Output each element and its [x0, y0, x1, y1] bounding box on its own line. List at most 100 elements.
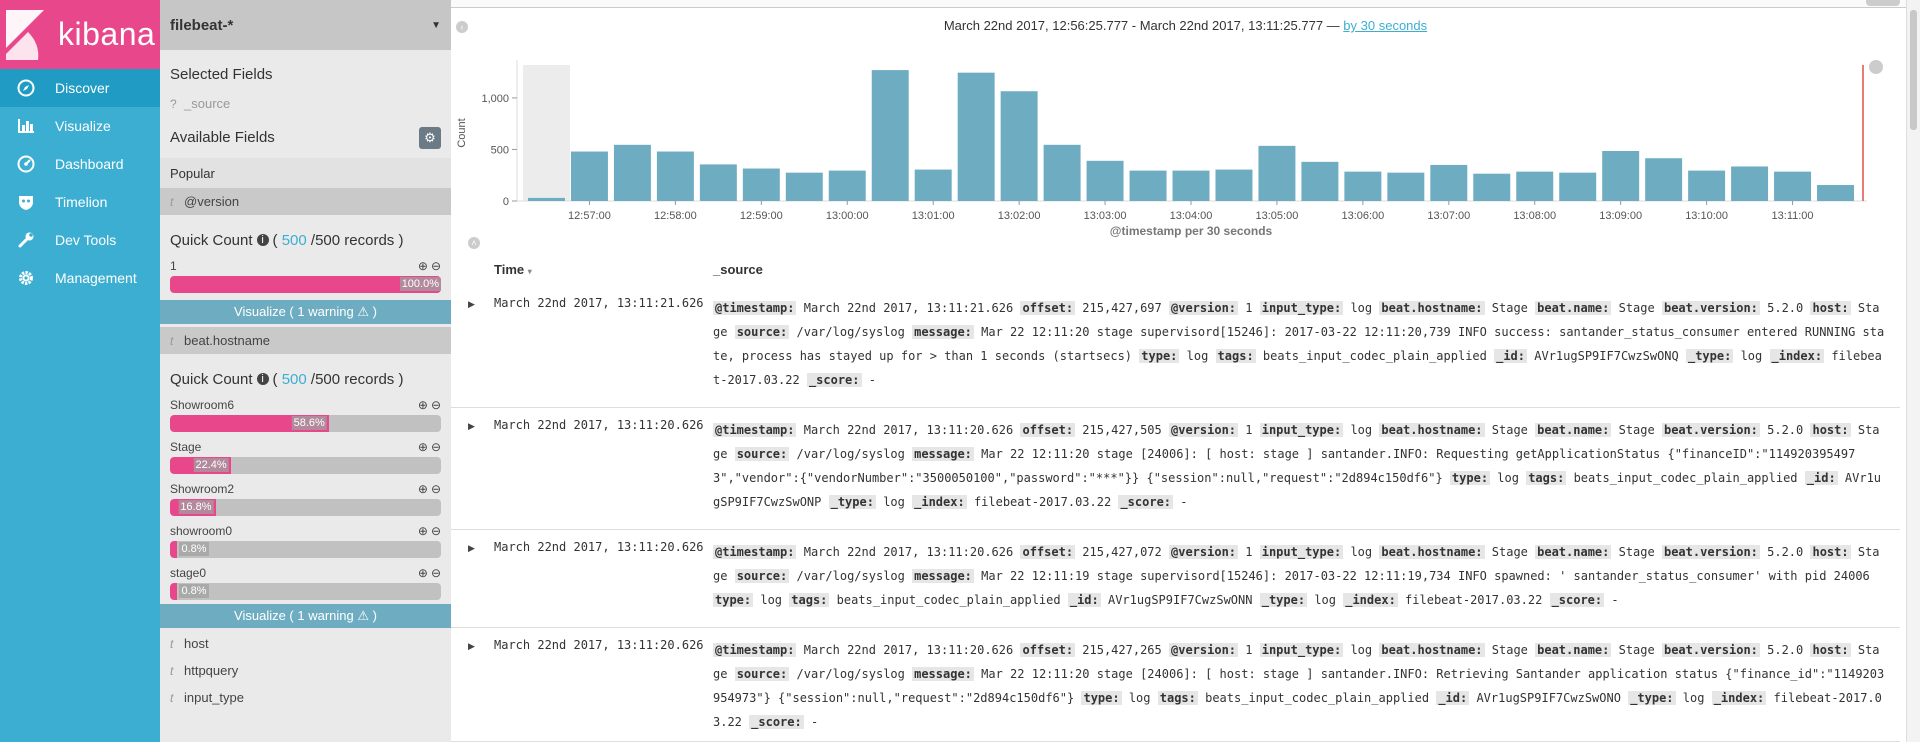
doc-field-value: 5.2.0	[1767, 423, 1804, 437]
field-name: input_type	[184, 690, 244, 705]
zoom-in-icon[interactable]: ⊕	[418, 259, 428, 273]
doc-field-value: /var/log/syslog	[796, 569, 905, 583]
zoom-in-icon[interactable]: ⊕	[418, 566, 428, 580]
page-scrollbar[interactable]	[1906, 0, 1920, 742]
doc-field-value: -	[1180, 495, 1188, 509]
doc-field-value: 5.2.0	[1767, 643, 1804, 657]
expand-row-icon[interactable]: ▶	[468, 641, 475, 652]
field-source[interactable]: ? _source	[160, 90, 451, 117]
expand-row-icon[interactable]: ▶	[468, 421, 475, 432]
field-name: httpquery	[184, 663, 239, 678]
doc-field-value: 5.2.0	[1767, 545, 1804, 559]
quick-count-item: Stage ⊕ ⊖ 22.4%	[160, 436, 451, 478]
x-tick-label: 13:03:00	[1084, 210, 1127, 222]
doc-source: @timestamp: March 22nd 2017, 13:11:20.62…	[713, 418, 1885, 514]
histogram-bar	[871, 70, 909, 201]
collapse-chart-icon[interactable]: ˄	[468, 237, 480, 249]
expand-row-icon[interactable]: ▶	[468, 299, 475, 310]
doc-field-key: _score:	[1118, 495, 1174, 509]
zoom-in-icon[interactable]: ⊕	[418, 524, 428, 538]
nav-item-dev-tools[interactable]: Dev Tools	[0, 221, 160, 259]
doc-field-key: source:	[734, 569, 790, 583]
doc-field-value: AVr1ugSP9IF7CwzSwONO	[1476, 691, 1621, 705]
nav-item-label: Dashboard	[55, 156, 124, 172]
field-host[interactable]: t host	[160, 630, 451, 657]
doc-source: @timestamp: March 22nd 2017, 13:11:21.62…	[713, 296, 1885, 392]
doc-field-key: _index:	[1343, 593, 1398, 607]
zoom-out-icon[interactable]: ⊖	[431, 440, 441, 454]
histogram-bar	[742, 168, 780, 201]
qc-count-link[interactable]: 500	[282, 371, 307, 388]
field-settings-button[interactable]: ⚙	[419, 126, 441, 149]
nav-item-dashboard[interactable]: Dashboard	[0, 145, 160, 183]
query-bar	[451, 0, 1920, 8]
field-httpquery[interactable]: t httpquery	[160, 657, 451, 684]
nav-item-discover[interactable]: Discover	[0, 69, 160, 107]
doc-field-value: /var/log/syslog	[796, 667, 905, 681]
zoom-out-icon[interactable]: ⊖	[431, 398, 441, 412]
app-nav: kibana Discover Visualize Dashboard Timelio…	[0, 0, 160, 742]
nav-item-management[interactable]: Management	[0, 259, 160, 297]
kibana-logo[interactable]: kibana	[0, 0, 160, 69]
doc-field-value: 1	[1245, 301, 1253, 315]
zoom-out-icon[interactable]: ⊖	[431, 524, 441, 538]
time-range: March 22nd 2017, 12:56:25.777 - March 22…	[451, 18, 1920, 33]
doc-field-key: offset:	[1020, 545, 1076, 559]
visualize-button[interactable]: Visualize ( 1 warning ⚠ )	[160, 604, 451, 628]
histogram-bar	[785, 172, 823, 201]
doc-field-key: beat.hostname:	[1379, 423, 1485, 437]
nav-item-visualize[interactable]: Visualize	[0, 107, 160, 145]
doc-field-key: type:	[713, 593, 754, 607]
histogram-bar	[1086, 160, 1124, 201]
zoom-in-icon[interactable]: ⊕	[418, 482, 428, 496]
doc-field-key: input_type:	[1259, 545, 1344, 559]
histogram-bar	[828, 170, 866, 201]
doc-field-key: host:	[1810, 423, 1851, 437]
interval-link[interactable]: by 30 seconds	[1343, 18, 1427, 33]
visualize-button[interactable]: Visualize ( 1 warning ⚠ )	[160, 300, 451, 324]
doc-field-value: 5.2.0	[1767, 301, 1804, 315]
doc-field-value: /var/log/syslog	[796, 325, 905, 339]
quick-count-bar-fill	[170, 541, 177, 558]
zoom-out-icon[interactable]: ⊖	[431, 259, 441, 273]
field-input-type[interactable]: t input_type	[160, 684, 451, 711]
histogram-chart: 0 500 1,000 Count 12:57:00 12:58:00 12:59:00 13…	[456, 60, 1883, 238]
doc-field-key: _type:	[1259, 593, 1308, 607]
doc-field-value: log	[1350, 301, 1373, 315]
field-name: beat.hostname	[184, 333, 271, 348]
zoom-in-icon[interactable]: ⊕	[418, 440, 428, 454]
quick-count-bar: 0.8%	[170, 583, 441, 600]
index-pattern-selector[interactable]: filebeat-* ▼	[160, 0, 451, 50]
doc-field-value: beats_input_codec_plain_applied	[836, 593, 1061, 607]
x-tick-label: 13:09:00	[1599, 210, 1642, 222]
histogram-bar	[1516, 171, 1554, 201]
doc-field-key: _id:	[1494, 349, 1528, 363]
doc-field-key: beat.name:	[1535, 643, 1612, 657]
qc-count-link[interactable]: 500	[282, 232, 307, 249]
time-column-header[interactable]: Time ▾	[494, 262, 532, 277]
chart-selection-area	[523, 65, 570, 201]
doc-field-value: log	[1350, 643, 1373, 657]
doc-field-key: _type:	[1685, 349, 1734, 363]
doc-field-value: Stage	[1491, 423, 1528, 437]
expand-row-icon[interactable]: ▶	[468, 543, 475, 554]
nav-item-timelion[interactable]: Timelion	[0, 183, 160, 221]
doc-field-key: beat.hostname:	[1379, 643, 1485, 657]
scrollbar-thumb[interactable]	[1910, 10, 1917, 130]
quick-count-label: Showroom2	[170, 482, 235, 496]
zoom-in-icon[interactable]: ⊕	[418, 398, 428, 412]
doc-field-value: 1	[1245, 545, 1253, 559]
zoom-out-icon[interactable]: ⊖	[431, 482, 441, 496]
doc-source: @timestamp: March 22nd 2017, 13:11:20.62…	[713, 638, 1885, 734]
field-type-icon: ?	[170, 96, 177, 111]
doc-field-key: beat.hostname:	[1379, 545, 1485, 559]
zoom-out-icon[interactable]: ⊖	[431, 566, 441, 580]
doc-field-key: _score:	[1549, 593, 1605, 607]
doc-field-key: host:	[1810, 301, 1851, 315]
field-beat-hostname[interactable]: t beat.hostname	[160, 327, 451, 354]
field-version[interactable]: t @version	[160, 188, 451, 215]
search-button[interactable]	[1866, 0, 1900, 6]
field-type-icon: t	[170, 663, 174, 678]
doc-field-key: beat.version:	[1661, 301, 1760, 315]
doc-field-value: 215,427,265	[1082, 643, 1162, 657]
